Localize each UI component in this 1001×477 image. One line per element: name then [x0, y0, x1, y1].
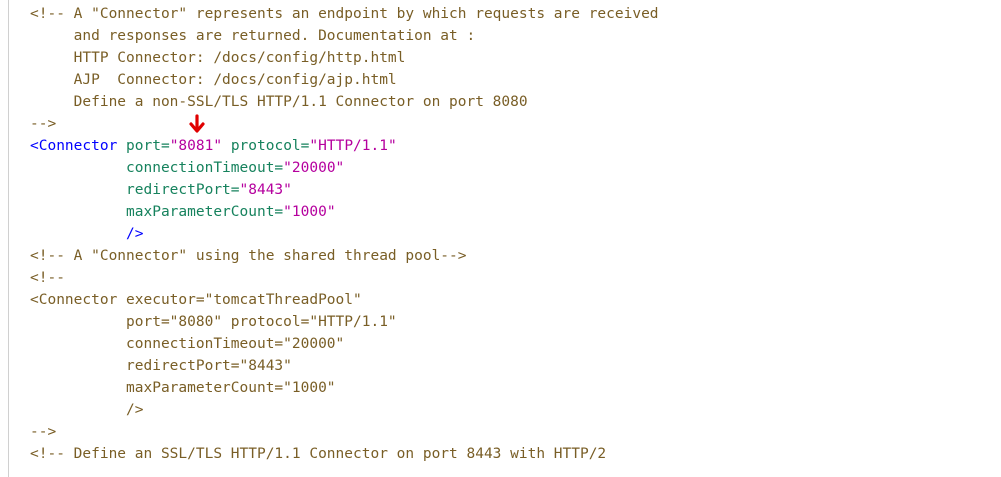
- code-line: redirectPort="8443": [30, 355, 292, 377]
- code-line: <!-- Define an SSL/TLS HTTP/1.1 Connecto…: [30, 443, 606, 465]
- code-token: connectionTimeout=: [30, 160, 284, 176]
- code-line: />: [30, 223, 144, 245]
- code-token: />: [30, 402, 144, 418]
- code-line: port="8080" protocol="HTTP/1.1": [30, 311, 397, 333]
- code-token: "20000": [283, 160, 345, 176]
- code-line: <!-- A "Connector" using the shared thre…: [30, 245, 467, 267]
- code-line: <Connector executor="tomcatThreadPool": [30, 289, 362, 311]
- code-token: <!-- A "Connector" represents an endpoin…: [30, 6, 659, 22]
- code-token: "1000": [283, 204, 336, 220]
- code-token: <!-- A "Connector" using the shared thre…: [30, 248, 467, 264]
- code-line: Define a non-SSL/TLS HTTP/1.1 Connector …: [30, 91, 528, 113]
- code-token: and responses are returned. Documentatio…: [30, 28, 476, 44]
- code-token: -->: [30, 424, 57, 440]
- code-token: -->: [30, 116, 57, 132]
- code-line: -->: [30, 113, 56, 135]
- code-token: port="8080" protocol="HTTP/1.1": [30, 314, 397, 330]
- red-arrow-down-icon: [189, 114, 205, 133]
- code-line: AJP Connector: /docs/config/ajp.html: [30, 69, 397, 91]
- code-token: HTTP Connector: /docs/config/http.html: [30, 50, 406, 66]
- code-line: <!--: [30, 267, 65, 289]
- code-line: connectionTimeout="20000": [30, 333, 344, 355]
- code-line: />: [30, 399, 144, 421]
- code-token: Define a non-SSL/TLS HTTP/1.1 Connector …: [30, 94, 528, 110]
- code-line: <Connector port="8081" protocol="HTTP/1.…: [30, 135, 397, 157]
- code-token: port=: [117, 138, 170, 154]
- code-token: />: [30, 226, 144, 242]
- code-line: connectionTimeout="20000": [30, 157, 344, 179]
- code-token: connectionTimeout="20000": [30, 336, 345, 352]
- code-line: redirectPort="8443": [30, 179, 292, 201]
- code-token: maxParameterCount="1000": [30, 380, 336, 396]
- code-token: "8081": [169, 138, 223, 154]
- code-token: <!-- Define an SSL/TLS HTTP/1.1 Connecto…: [30, 446, 607, 462]
- code-token: AJP Connector: /docs/config/ajp.html: [30, 72, 397, 88]
- code-token: redirectPort=: [30, 182, 240, 198]
- code-token: "8443": [239, 182, 292, 198]
- code-line: maxParameterCount="1000": [30, 201, 336, 223]
- code-line: and responses are returned. Documentatio…: [30, 25, 476, 47]
- code-line: <!-- A "Connector" represents an endpoin…: [30, 3, 659, 25]
- code-token: "HTTP/1.1": [309, 138, 397, 154]
- code-editor[interactable]: <!-- A "Connector" represents an endpoin…: [0, 0, 1001, 477]
- code-token: <Connector executor="tomcatThreadPool": [30, 292, 362, 308]
- code-token: <!--: [30, 270, 65, 286]
- code-line: maxParameterCount="1000": [30, 377, 336, 399]
- code-line: HTTP Connector: /docs/config/http.html: [30, 47, 406, 69]
- code-token: maxParameterCount=: [30, 204, 284, 220]
- code-token: <Connector: [30, 138, 118, 154]
- code-token: redirectPort="8443": [30, 358, 292, 374]
- code-token: protocol=: [222, 138, 310, 154]
- indent-guide: [8, 0, 9, 477]
- code-line: -->: [30, 421, 56, 443]
